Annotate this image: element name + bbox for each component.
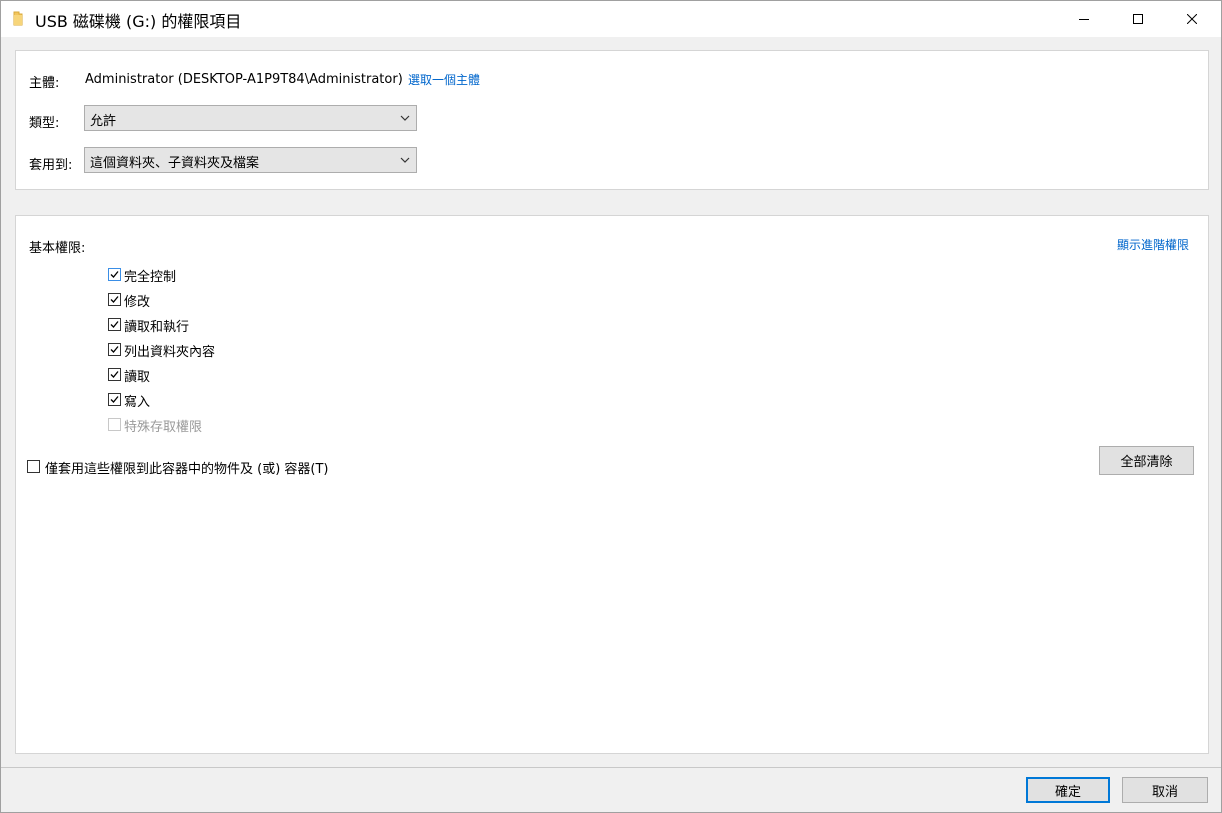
title-bar: USB 磁碟機 (G:) 的權限項目 [1, 1, 1221, 37]
select-principal-link[interactable]: 選取一個主體 [408, 71, 480, 88]
show-advanced-permissions-link[interactable]: 顯示進階權限 [1117, 236, 1189, 253]
permission-label-read: 讀取 [124, 370, 151, 385]
clear-all-button[interactable]: 全部清除 [1099, 446, 1194, 475]
checkmark-icon [110, 296, 119, 303]
window-title: USB 磁碟機 (G:) 的權限項目 [35, 12, 242, 31]
checkmark-icon [110, 271, 119, 278]
permission-label-read-execute: 讀取和執行 [124, 320, 190, 335]
permission-checkbox-read[interactable] [108, 368, 121, 381]
principal-label: 主體: [29, 76, 60, 91]
chevron-down-icon [400, 115, 410, 121]
permission-checkbox-read-execute[interactable] [108, 318, 121, 331]
permission-checkbox-special-permissions [108, 418, 121, 431]
minimize-button[interactable] [1061, 1, 1107, 37]
type-dropdown-value: 允許 [90, 114, 117, 129]
permission-label-list-folder-contents: 列出資料夾內容 [124, 345, 216, 360]
permission-checkbox-write[interactable] [108, 393, 121, 406]
chevron-down-icon [400, 157, 410, 163]
cancel-button[interactable]: 取消 [1122, 777, 1208, 803]
apply-only-container-label: 僅套用這些權限到此容器中的物件及 (或) 容器(T) [45, 462, 329, 477]
permission-label-modify: 修改 [124, 295, 151, 310]
ok-button[interactable]: 確定 [1026, 777, 1110, 803]
permissions-panel: 基本權限: 顯示進階權限 完全控制修改讀取和執行列出資料夾內容 讀取寫入特殊存取權… [15, 215, 1209, 754]
checkmark-icon [110, 346, 119, 353]
permission-checkbox-full-control[interactable] [108, 268, 121, 281]
type-dropdown[interactable]: 允許 [84, 105, 417, 131]
checkmark-icon [110, 396, 119, 403]
checkmark-icon [110, 321, 119, 328]
basic-permissions-label: 基本權限: [29, 241, 86, 256]
permission-entry-window: USB 磁碟機 (G:) 的權限項目 主體: Administrator (DE… [0, 0, 1222, 813]
permission-label-write: 寫入 [124, 395, 151, 410]
maximize-icon [1133, 14, 1143, 24]
folder-icon [12, 11, 24, 26]
permission-label-full-control: 完全控制 [124, 270, 177, 285]
applies-to-dropdown-value: 這個資料夾、子資料夾及檔案 [90, 156, 260, 171]
close-icon [1187, 14, 1197, 24]
permission-checkbox-modify[interactable] [108, 293, 121, 306]
applies-to-label: 套用到: [29, 158, 73, 173]
close-button[interactable] [1169, 1, 1215, 37]
minimize-icon [1079, 19, 1089, 20]
principal-panel: 主體: Administrator (DESKTOP-A1P9T84\Admin… [15, 50, 1209, 190]
maximize-button[interactable] [1115, 1, 1161, 37]
apply-only-container-checkbox[interactable] [27, 460, 40, 473]
applies-to-dropdown[interactable]: 這個資料夾、子資料夾及檔案 [84, 147, 417, 173]
type-label: 類型: [29, 116, 60, 131]
permission-checkbox-list-folder-contents[interactable] [108, 343, 121, 356]
principal-value: Administrator (DESKTOP-A1P9T84\Administr… [85, 72, 403, 87]
checkmark-icon [110, 371, 119, 378]
footer-divider [1, 767, 1221, 768]
permission-label-special-permissions: 特殊存取權限 [124, 420, 203, 435]
